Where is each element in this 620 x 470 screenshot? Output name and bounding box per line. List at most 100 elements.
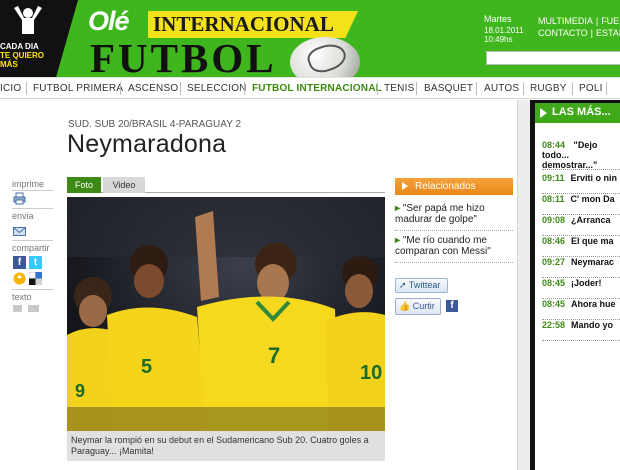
nav-separator	[606, 82, 607, 95]
item-time: 22:58	[542, 320, 566, 330]
item-title[interactable]: Neymarac	[565, 257, 614, 267]
media-tabs: Foto Video	[67, 177, 385, 193]
delicious-icon[interactable]	[29, 272, 42, 285]
item-title[interactable]: Mando yo	[565, 320, 613, 330]
nav-item-ascenso[interactable]: ASCENSO	[128, 83, 178, 94]
share-label: compartir	[12, 243, 50, 253]
divider	[12, 208, 53, 209]
nav-separator	[120, 82, 121, 95]
utility-links: CONTACTO|ESTADIS	[538, 28, 620, 38]
like-button[interactable]: 👍 Curtir	[395, 298, 441, 315]
nav-item-tenis[interactable]: TENIS	[384, 83, 414, 94]
util-separator: |	[595, 16, 599, 26]
item-title[interactable]: C' mon Da	[565, 194, 615, 204]
promo-line: TE QUIERO	[0, 51, 45, 60]
nav-item-inicio[interactable]: ICIO	[0, 83, 21, 94]
most-read-header: LAS MÁS...	[535, 103, 620, 123]
nav-item-seleccion[interactable]: SELECCION	[187, 83, 247, 94]
most-read-item[interactable]: 22:58 Mando yo	[542, 320, 620, 341]
item-time: 09:27	[542, 257, 566, 267]
divider	[12, 190, 53, 191]
divider	[12, 289, 53, 290]
util-link-multimedia[interactable]: MULTIMEDIA	[538, 16, 593, 26]
util-link-estadisticas[interactable]: ESTADIS	[596, 28, 620, 38]
util-link-contacto[interactable]: CONTACTO	[538, 28, 588, 38]
jersey-number: 5	[141, 356, 152, 378]
related-title: Relacionados	[415, 181, 476, 192]
main-nav: ICIO FUTBOL PRIMERA ASCENSO SELECCION FU…	[0, 77, 620, 99]
jersey-number: 10	[360, 362, 382, 384]
twitter-share-label: Twittear	[408, 280, 441, 290]
facebook-icon[interactable]: f	[13, 256, 26, 269]
page-body: SUD. SUB 20/BRASIL 4-PARAGUAY 2 Neymarad…	[0, 100, 620, 470]
promo-line: CADA DIA	[0, 42, 39, 51]
tab-video[interactable]: Video	[103, 177, 145, 193]
like-label: Curtir	[412, 301, 435, 311]
nav-item-autos[interactable]: AUTOS	[484, 83, 519, 94]
nav-separator	[377, 82, 378, 95]
thumbs-up-icon: 👍	[399, 301, 411, 311]
related-link[interactable]: ▸ "Ser papá me hizo madurar de golpe"	[395, 203, 513, 225]
item-title[interactable]: Ahora hue	[565, 299, 616, 309]
util-link-fuera[interactable]: FUERA	[601, 16, 620, 26]
related-link[interactable]: ▸ "Me río cuando me comparan con Messi"	[395, 235, 513, 257]
nav-separator	[476, 82, 477, 95]
text-smaller-icon[interactable]	[13, 305, 22, 312]
google-buzz-icon[interactable]	[13, 272, 26, 285]
facebook-share-icon[interactable]: f	[446, 300, 458, 312]
search-input[interactable]	[486, 51, 620, 65]
arrow-right-icon	[540, 108, 547, 118]
nav-item-basquet[interactable]: BASQUET	[424, 83, 473, 94]
nav-item-poli[interactable]: POLI	[579, 83, 603, 94]
item-title[interactable]: ¿Arranca	[565, 215, 611, 225]
bullet-icon: ▸	[395, 235, 401, 246]
most-read-item[interactable]: 08:45 ¡Joder!	[542, 278, 620, 299]
most-read-item[interactable]: 08:11 C' mon Da	[542, 194, 620, 215]
text-larger-icon[interactable]	[28, 305, 39, 312]
item-title[interactable]: El que ma	[565, 236, 614, 246]
nav-item-rugby[interactable]: RUGBY	[530, 83, 567, 94]
related-link-text[interactable]: "Ser papá me hizo madurar de golpe"	[395, 203, 485, 225]
most-read-item[interactable]: 09:11 Erviti o nin	[542, 173, 620, 194]
util-separator: |	[590, 28, 594, 38]
most-read-panel: LAS MÁS... 08:44 "Dejo todo... demostrar…	[535, 103, 620, 470]
bullet-icon: ▸	[395, 203, 401, 214]
item-time: 08:45	[542, 278, 566, 288]
article-area: SUD. SUB 20/BRASIL 4-PARAGUAY 2 Neymarad…	[0, 100, 518, 470]
date-date: 18.01.2011	[484, 26, 524, 35]
most-read-item[interactable]: 09:08 ¿Arranca	[542, 215, 620, 236]
item-time: 08:46	[542, 236, 566, 246]
twitter-icon[interactable]: t	[29, 256, 42, 269]
site-logo[interactable]: Olé	[88, 6, 130, 37]
page-title: Neymaradona	[67, 130, 227, 158]
email-icon[interactable]	[13, 225, 26, 238]
item-title[interactable]: ¡Joder!	[565, 278, 602, 288]
breadcrumb[interactable]: SUD. SUB 20/BRASIL 4-PARAGUAY 2	[68, 119, 241, 130]
most-read-item[interactable]: 09:27 Neymarac	[542, 257, 620, 278]
nav-item-futbol-primera[interactable]: FUTBOL PRIMERA	[33, 83, 123, 94]
print-label: imprime	[12, 179, 45, 189]
printer-icon[interactable]	[13, 192, 26, 205]
nav-separator	[523, 82, 524, 95]
nav-separator	[244, 82, 245, 95]
text-size-label: texto	[12, 292, 32, 302]
related-header: Relacionados	[395, 178, 513, 195]
most-read-item[interactable]: 08:46 El que ma	[542, 236, 620, 257]
nav-separator	[26, 82, 27, 95]
article-photo: 9 5 7 10	[67, 197, 385, 431]
bird-icon: ➚	[399, 280, 407, 290]
celebrating-player-icon	[14, 6, 42, 34]
nav-item-futbol-internacional[interactable]: FUTBOL INTERNACIONAL	[252, 83, 382, 94]
twitter-share-button[interactable]: ➚ Twittear	[395, 278, 448, 293]
item-title[interactable]: Erviti o nin	[565, 173, 618, 183]
promo-banner[interactable]: CADA DIA TE QUIERO MÁS	[0, 0, 78, 77]
date-weekday: Martes	[484, 14, 512, 24]
nav-separator	[180, 82, 181, 95]
jersey-number: 7	[268, 343, 280, 368]
tab-photo[interactable]: Foto	[67, 177, 101, 193]
most-read-item[interactable]: 08:44 "Dejo todo... demostrar..."	[542, 140, 620, 170]
item-time: 08:44	[542, 140, 566, 150]
related-link-text[interactable]: "Me río cuando me comparan con Messi"	[395, 235, 491, 257]
most-read-item[interactable]: 08:45 Ahora hue	[542, 299, 620, 320]
item-time: 08:45	[542, 299, 566, 309]
